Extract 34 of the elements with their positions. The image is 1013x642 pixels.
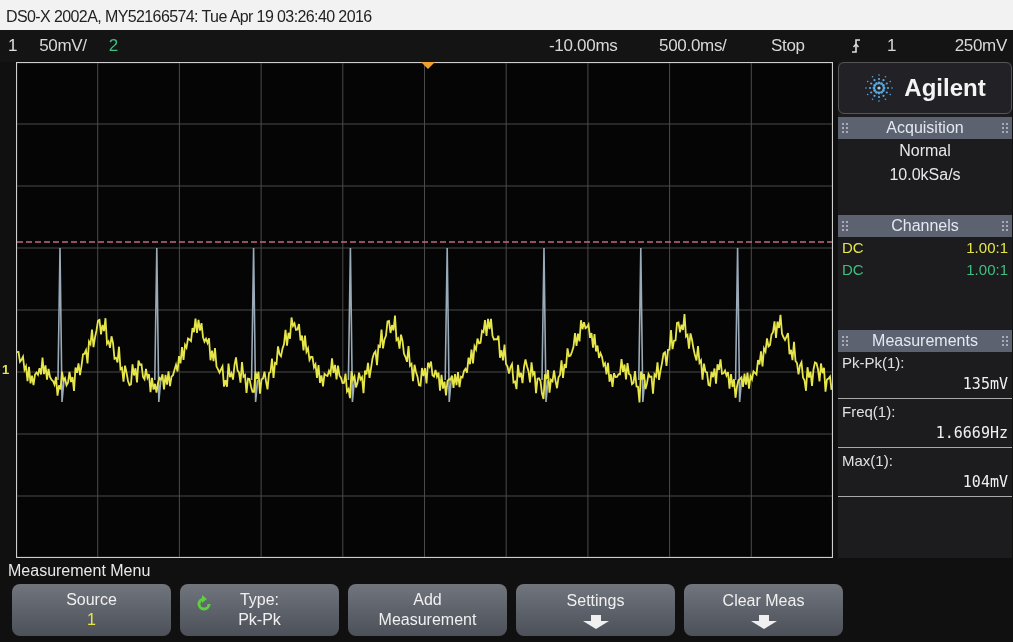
sample-rate: 10.0kSa/s bbox=[888, 165, 962, 185]
probe-ratio: 1.00:1 bbox=[966, 260, 1008, 280]
probe-ratio: 1.00:1 bbox=[966, 238, 1008, 258]
measurement-value: 135mV bbox=[961, 374, 1008, 395]
section-title: Acquisition bbox=[886, 119, 964, 137]
run-state: Stop bbox=[771, 36, 806, 56]
channel-label: 1 bbox=[8, 36, 18, 56]
channel-coupling: DC bbox=[842, 260, 864, 280]
acquisition-mode: Normal bbox=[898, 141, 952, 161]
section-title: Measurements bbox=[872, 332, 978, 350]
timebase-value: 500.0ms/ bbox=[659, 36, 728, 56]
trigger-source: 1 bbox=[887, 36, 898, 56]
screenshot-caption: DS0-X 2002A, MY52166574: Tue Apr 19 03:26:40 2016 bbox=[0, 0, 1013, 30]
measurement-label: Pk-Pk(1): bbox=[842, 353, 906, 373]
measurement-label: Max(1): bbox=[842, 451, 894, 471]
softkey-button[interactable]: Source 1 bbox=[12, 584, 171, 636]
measurement-value: 1.6669Hz bbox=[934, 423, 1008, 444]
softkey-button[interactable]: Clear Meas bbox=[684, 584, 843, 636]
rising-edge-icon bbox=[851, 38, 861, 54]
brand-name: Agilent bbox=[904, 74, 986, 102]
trigger-level: 250mV bbox=[953, 36, 1007, 56]
ground-marker-label: 1 bbox=[2, 362, 10, 377]
softkey-button[interactable]: Type: Pk-Pk bbox=[180, 584, 339, 636]
spark-logo-icon bbox=[864, 73, 895, 103]
channel-label: 2 bbox=[108, 36, 118, 56]
softkey-button[interactable]: Add Measurement bbox=[348, 584, 507, 636]
section-title: Channels bbox=[891, 217, 959, 235]
menu-title: Measurement Menu bbox=[7, 561, 152, 581]
delay-value: -10.00ms bbox=[549, 36, 619, 56]
channel-coupling: DC bbox=[842, 238, 864, 258]
softkey-button[interactable]: Settings bbox=[516, 584, 675, 636]
measurement-value: 104mV bbox=[961, 472, 1008, 493]
measurement-label: Freq(1): bbox=[842, 402, 897, 422]
vertical-scale: 50mV/ bbox=[39, 36, 87, 56]
